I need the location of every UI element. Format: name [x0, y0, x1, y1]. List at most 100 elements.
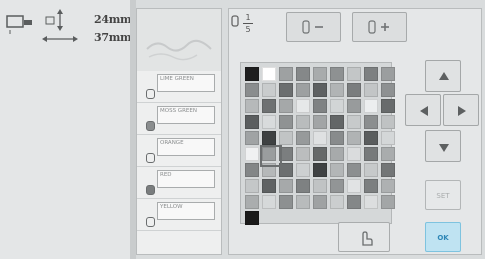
color-swatch[interactable]	[296, 179, 310, 193]
down-arrow-button[interactable]	[425, 130, 461, 162]
color-swatch[interactable]	[347, 195, 361, 209]
color-swatch[interactable]	[245, 131, 259, 145]
color-swatch[interactable]	[296, 115, 310, 129]
color-swatch[interactable]	[330, 179, 344, 193]
color-swatch[interactable]	[262, 195, 276, 209]
color-swatch[interactable]	[381, 83, 395, 97]
color-swatch[interactable]	[330, 115, 344, 129]
color-swatch[interactable]	[381, 163, 395, 177]
color-swatch[interactable]	[296, 131, 310, 145]
color-swatch[interactable]	[381, 99, 395, 113]
color-swatch[interactable]	[296, 99, 310, 113]
color-swatch[interactable]	[296, 195, 310, 209]
spool-icon	[146, 217, 155, 227]
set-button[interactable]: SET	[425, 180, 461, 210]
color-swatch[interactable]	[296, 147, 310, 161]
color-swatch[interactable]	[364, 99, 378, 113]
color-swatch[interactable]	[313, 147, 327, 161]
color-swatch[interactable]	[381, 115, 395, 129]
color-swatch[interactable]	[313, 163, 327, 177]
color-swatch[interactable]	[313, 195, 327, 209]
color-swatch[interactable]	[347, 131, 361, 145]
color-swatch[interactable]	[279, 115, 293, 129]
color-swatch[interactable]	[279, 83, 293, 97]
width-value: 37mm	[94, 31, 132, 44]
thread-name: RED	[157, 170, 215, 188]
left-arrow-button[interactable]	[405, 94, 441, 126]
color-swatch[interactable]	[279, 179, 293, 193]
thread-item[interactable]: YELLOW	[137, 199, 221, 231]
arrow-up-icon	[439, 72, 449, 80]
next-thread-button[interactable]	[352, 12, 407, 42]
color-swatch[interactable]	[347, 163, 361, 177]
color-swatch[interactable]	[364, 83, 378, 97]
color-swatch[interactable]	[347, 67, 361, 81]
color-swatch[interactable]	[245, 211, 259, 225]
color-swatch[interactable]	[347, 147, 361, 161]
color-swatch[interactable]	[296, 67, 310, 81]
color-swatch[interactable]	[296, 83, 310, 97]
color-swatch[interactable]	[245, 147, 259, 161]
color-swatch[interactable]	[313, 131, 327, 145]
color-swatch[interactable]	[245, 67, 259, 81]
color-swatch[interactable]	[330, 83, 344, 97]
color-swatch[interactable]	[313, 67, 327, 81]
color-swatch[interactable]	[381, 147, 395, 161]
color-swatch[interactable]	[245, 195, 259, 209]
color-swatch[interactable]	[245, 163, 259, 177]
thread-item[interactable]: LIME GREEN	[137, 71, 221, 103]
color-swatch[interactable]	[364, 67, 378, 81]
color-swatch[interactable]	[364, 195, 378, 209]
color-swatch[interactable]	[347, 115, 361, 129]
color-swatch[interactable]	[330, 67, 344, 81]
color-swatch[interactable]	[381, 179, 395, 193]
color-swatch[interactable]	[330, 147, 344, 161]
color-swatch[interactable]	[262, 99, 276, 113]
right-arrow-button[interactable]	[443, 94, 479, 126]
color-swatch[interactable]	[330, 131, 344, 145]
color-swatch[interactable]	[313, 179, 327, 193]
previous-thread-button[interactable]	[286, 12, 341, 42]
color-swatch[interactable]	[262, 131, 276, 145]
color-swatch[interactable]	[245, 83, 259, 97]
color-swatch[interactable]	[262, 67, 276, 81]
touch-button[interactable]	[338, 222, 390, 252]
color-swatch[interactable]	[330, 99, 344, 113]
color-swatch[interactable]	[381, 67, 395, 81]
thread-item[interactable]: MOSS GREEN	[137, 103, 221, 135]
thread-item[interactable]: ORANGE	[137, 135, 221, 167]
ok-button[interactable]: OK	[425, 222, 461, 252]
color-swatch[interactable]	[279, 131, 293, 145]
color-swatch[interactable]	[313, 83, 327, 97]
color-palette-grid	[240, 62, 395, 225]
color-swatch[interactable]	[347, 179, 361, 193]
color-swatch[interactable]	[381, 195, 395, 209]
color-swatch[interactable]	[262, 115, 276, 129]
color-swatch[interactable]	[262, 83, 276, 97]
color-swatch[interactable]	[347, 83, 361, 97]
color-swatch[interactable]	[279, 67, 293, 81]
up-arrow-button[interactable]	[425, 60, 461, 92]
color-swatch[interactable]	[364, 179, 378, 193]
color-swatch[interactable]	[381, 131, 395, 145]
arrow-down-icon	[439, 144, 449, 152]
color-swatch[interactable]	[245, 115, 259, 129]
color-swatch[interactable]	[245, 179, 259, 193]
color-swatch[interactable]	[313, 99, 327, 113]
color-swatch[interactable]	[330, 163, 344, 177]
color-swatch[interactable]	[245, 99, 259, 113]
color-swatch[interactable]	[262, 179, 276, 193]
color-swatch[interactable]	[347, 99, 361, 113]
color-swatch[interactable]	[330, 195, 344, 209]
color-swatch[interactable]	[279, 195, 293, 209]
color-swatch[interactable]	[364, 163, 378, 177]
thread-item[interactable]: RED	[137, 167, 221, 199]
color-swatch[interactable]	[364, 115, 378, 129]
color-swatch[interactable]	[279, 99, 293, 113]
color-swatch[interactable]	[364, 131, 378, 145]
thread-name: YELLOW	[157, 202, 215, 220]
color-swatch[interactable]	[313, 115, 327, 129]
color-swatch[interactable]	[364, 147, 378, 161]
spool-icon	[146, 153, 155, 163]
color-swatch[interactable]	[296, 163, 310, 177]
